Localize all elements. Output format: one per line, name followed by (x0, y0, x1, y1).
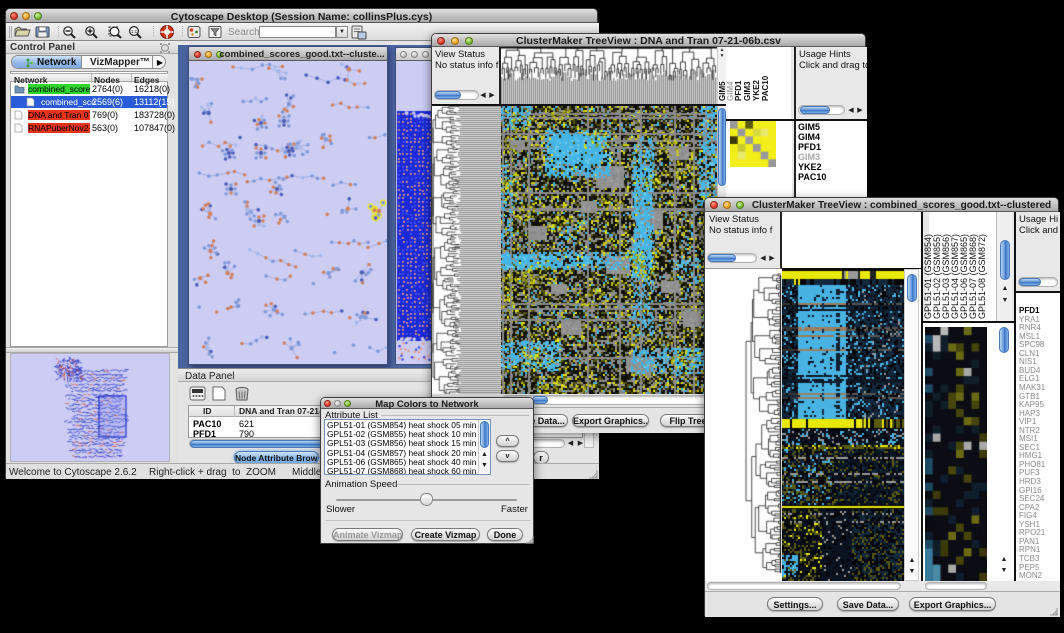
svg-text:1:1: 1:1 (131, 29, 138, 34)
